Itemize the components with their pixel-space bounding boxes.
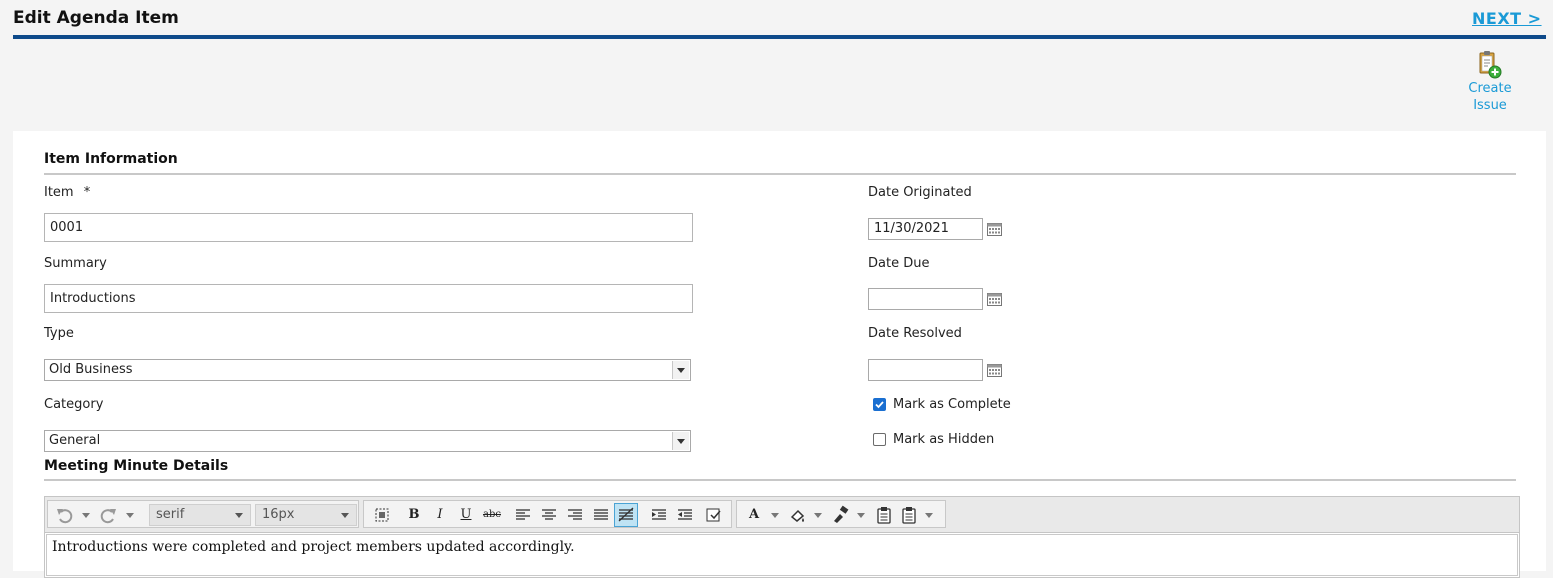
background-color-dropdown-icon[interactable]: [814, 513, 822, 518]
paste-special-icon[interactable]: [901, 505, 917, 525]
clear-formatting-icon[interactable]: [614, 503, 638, 527]
chevron-down-icon: [235, 513, 243, 518]
mark-hidden-label: Mark as Hidden: [893, 432, 995, 447]
undo-icon[interactable]: [55, 505, 75, 525]
align-left-icon[interactable]: [514, 505, 532, 525]
category-select[interactable]: General: [44, 430, 691, 452]
font-color-icon[interactable]: A: [746, 505, 762, 525]
page-title: Edit Agenda Item: [13, 8, 179, 28]
redo-dropdown-icon[interactable]: [126, 513, 134, 518]
align-center-icon[interactable]: [540, 505, 558, 525]
format-painter-dropdown-icon[interactable]: [857, 513, 865, 518]
item-input[interactable]: 0001: [44, 213, 693, 242]
toolbar-group-color-paste: A: [736, 500, 946, 528]
item-label: Item *: [44, 185, 90, 200]
mark-complete-checkbox[interactable]: [873, 398, 886, 411]
calendar-icon[interactable]: [987, 364, 1002, 377]
chevron-down-icon[interactable]: [672, 432, 689, 450]
date-originated-input[interactable]: 11/30/2021: [868, 218, 983, 240]
toolbar-group-history-font: serif 16px: [47, 500, 359, 528]
meeting-minute-details-heading: Meeting Minute Details: [44, 458, 229, 474]
summary-input[interactable]: Introductions: [44, 284, 693, 313]
date-due-label: Date Due: [868, 256, 930, 271]
type-label: Type: [44, 326, 74, 341]
editor-toolbar: serif 16px B I U abc A: [45, 497, 1519, 533]
font-color-dropdown-icon[interactable]: [771, 513, 779, 518]
create-issue-icon: [1479, 51, 1502, 79]
date-resolved-input[interactable]: [868, 359, 983, 381]
item-label-text: Item: [44, 185, 74, 200]
font-family-select[interactable]: serif: [149, 504, 251, 526]
chevron-down-icon: [341, 513, 349, 518]
next-link[interactable]: NEXT >: [1472, 9, 1542, 28]
chevron-down-icon[interactable]: [672, 361, 689, 379]
editor-content[interactable]: Introductions were completed and project…: [46, 534, 1518, 576]
mark-hidden-checkbox[interactable]: [873, 433, 886, 446]
select-all-icon[interactable]: [373, 505, 391, 525]
align-right-icon[interactable]: [566, 505, 584, 525]
date-due-input[interactable]: [868, 288, 983, 310]
mark-complete-label: Mark as Complete: [893, 397, 1011, 412]
checkmark-icon: [875, 401, 884, 409]
required-marker: *: [83, 185, 91, 200]
category-select-value: General: [49, 433, 101, 448]
item-information-divider: [44, 173, 1516, 175]
create-issue-button[interactable]: Create Issue: [1462, 50, 1518, 114]
calendar-icon[interactable]: [987, 293, 1002, 306]
category-label: Category: [44, 397, 104, 412]
indent-icon[interactable]: [650, 505, 668, 525]
meeting-minute-details-divider: [44, 479, 1516, 481]
outdent-icon[interactable]: [676, 505, 694, 525]
bold-icon[interactable]: B: [405, 505, 423, 525]
font-size-select[interactable]: 16px: [255, 504, 357, 526]
item-information-heading: Item Information: [44, 151, 178, 167]
calendar-icon[interactable]: [987, 223, 1002, 236]
italic-icon[interactable]: I: [431, 505, 449, 525]
header-divider: [13, 35, 1546, 39]
insert-table-icon[interactable]: [705, 505, 723, 525]
toolbar-group-formatting: B I U abc: [363, 500, 732, 528]
underline-icon[interactable]: U: [457, 505, 475, 525]
paste-dropdown-icon[interactable]: [925, 513, 933, 518]
create-issue-label-line2: Issue: [1473, 98, 1507, 113]
type-select[interactable]: Old Business: [44, 359, 691, 381]
date-originated-label: Date Originated: [868, 185, 972, 200]
background-color-icon[interactable]: [789, 505, 807, 525]
strikethrough-icon[interactable]: abc: [481, 505, 503, 525]
paste-icon[interactable]: [876, 505, 892, 525]
date-resolved-label: Date Resolved: [868, 326, 962, 341]
font-size-value: 16px: [262, 507, 295, 522]
type-select-value: Old Business: [49, 362, 133, 377]
undo-dropdown-icon[interactable]: [82, 513, 90, 518]
redo-icon[interactable]: [98, 505, 118, 525]
align-justify-icon[interactable]: [592, 505, 610, 525]
summary-label: Summary: [44, 256, 107, 271]
create-issue-label-line1: Create: [1468, 81, 1512, 96]
rich-text-editor: serif 16px B I U abc A Introductions wer…: [44, 496, 1520, 578]
font-family-value: serif: [156, 507, 185, 522]
format-painter-icon[interactable]: [832, 505, 850, 525]
